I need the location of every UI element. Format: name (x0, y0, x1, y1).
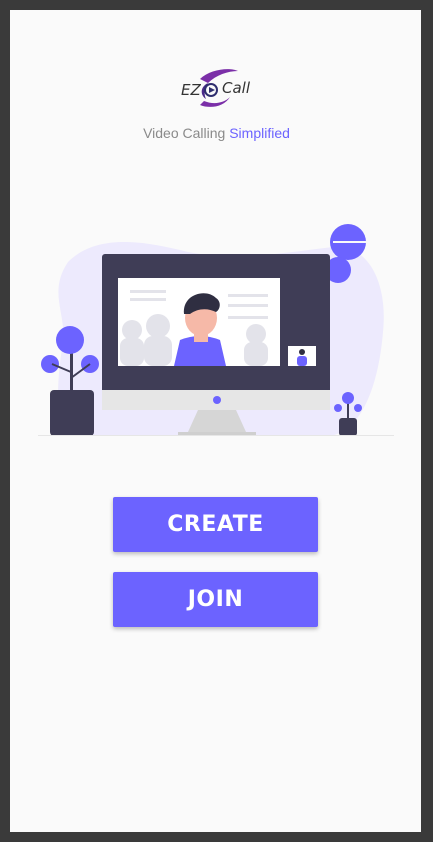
logo-text-call: Call (222, 79, 251, 97)
tagline: Video Calling Simplified (0, 125, 433, 141)
video-call-monitor-illustration (38, 222, 394, 442)
tagline-prefix: Video Calling (143, 125, 226, 141)
ez-call-logo-icon: EZ Call (170, 65, 252, 113)
logo-text-ez: EZ (181, 81, 201, 99)
create-button[interactable]: CREATE (113, 497, 318, 552)
tagline-accent: Simplified (229, 125, 290, 141)
join-button[interactable]: JOIN (113, 572, 318, 627)
